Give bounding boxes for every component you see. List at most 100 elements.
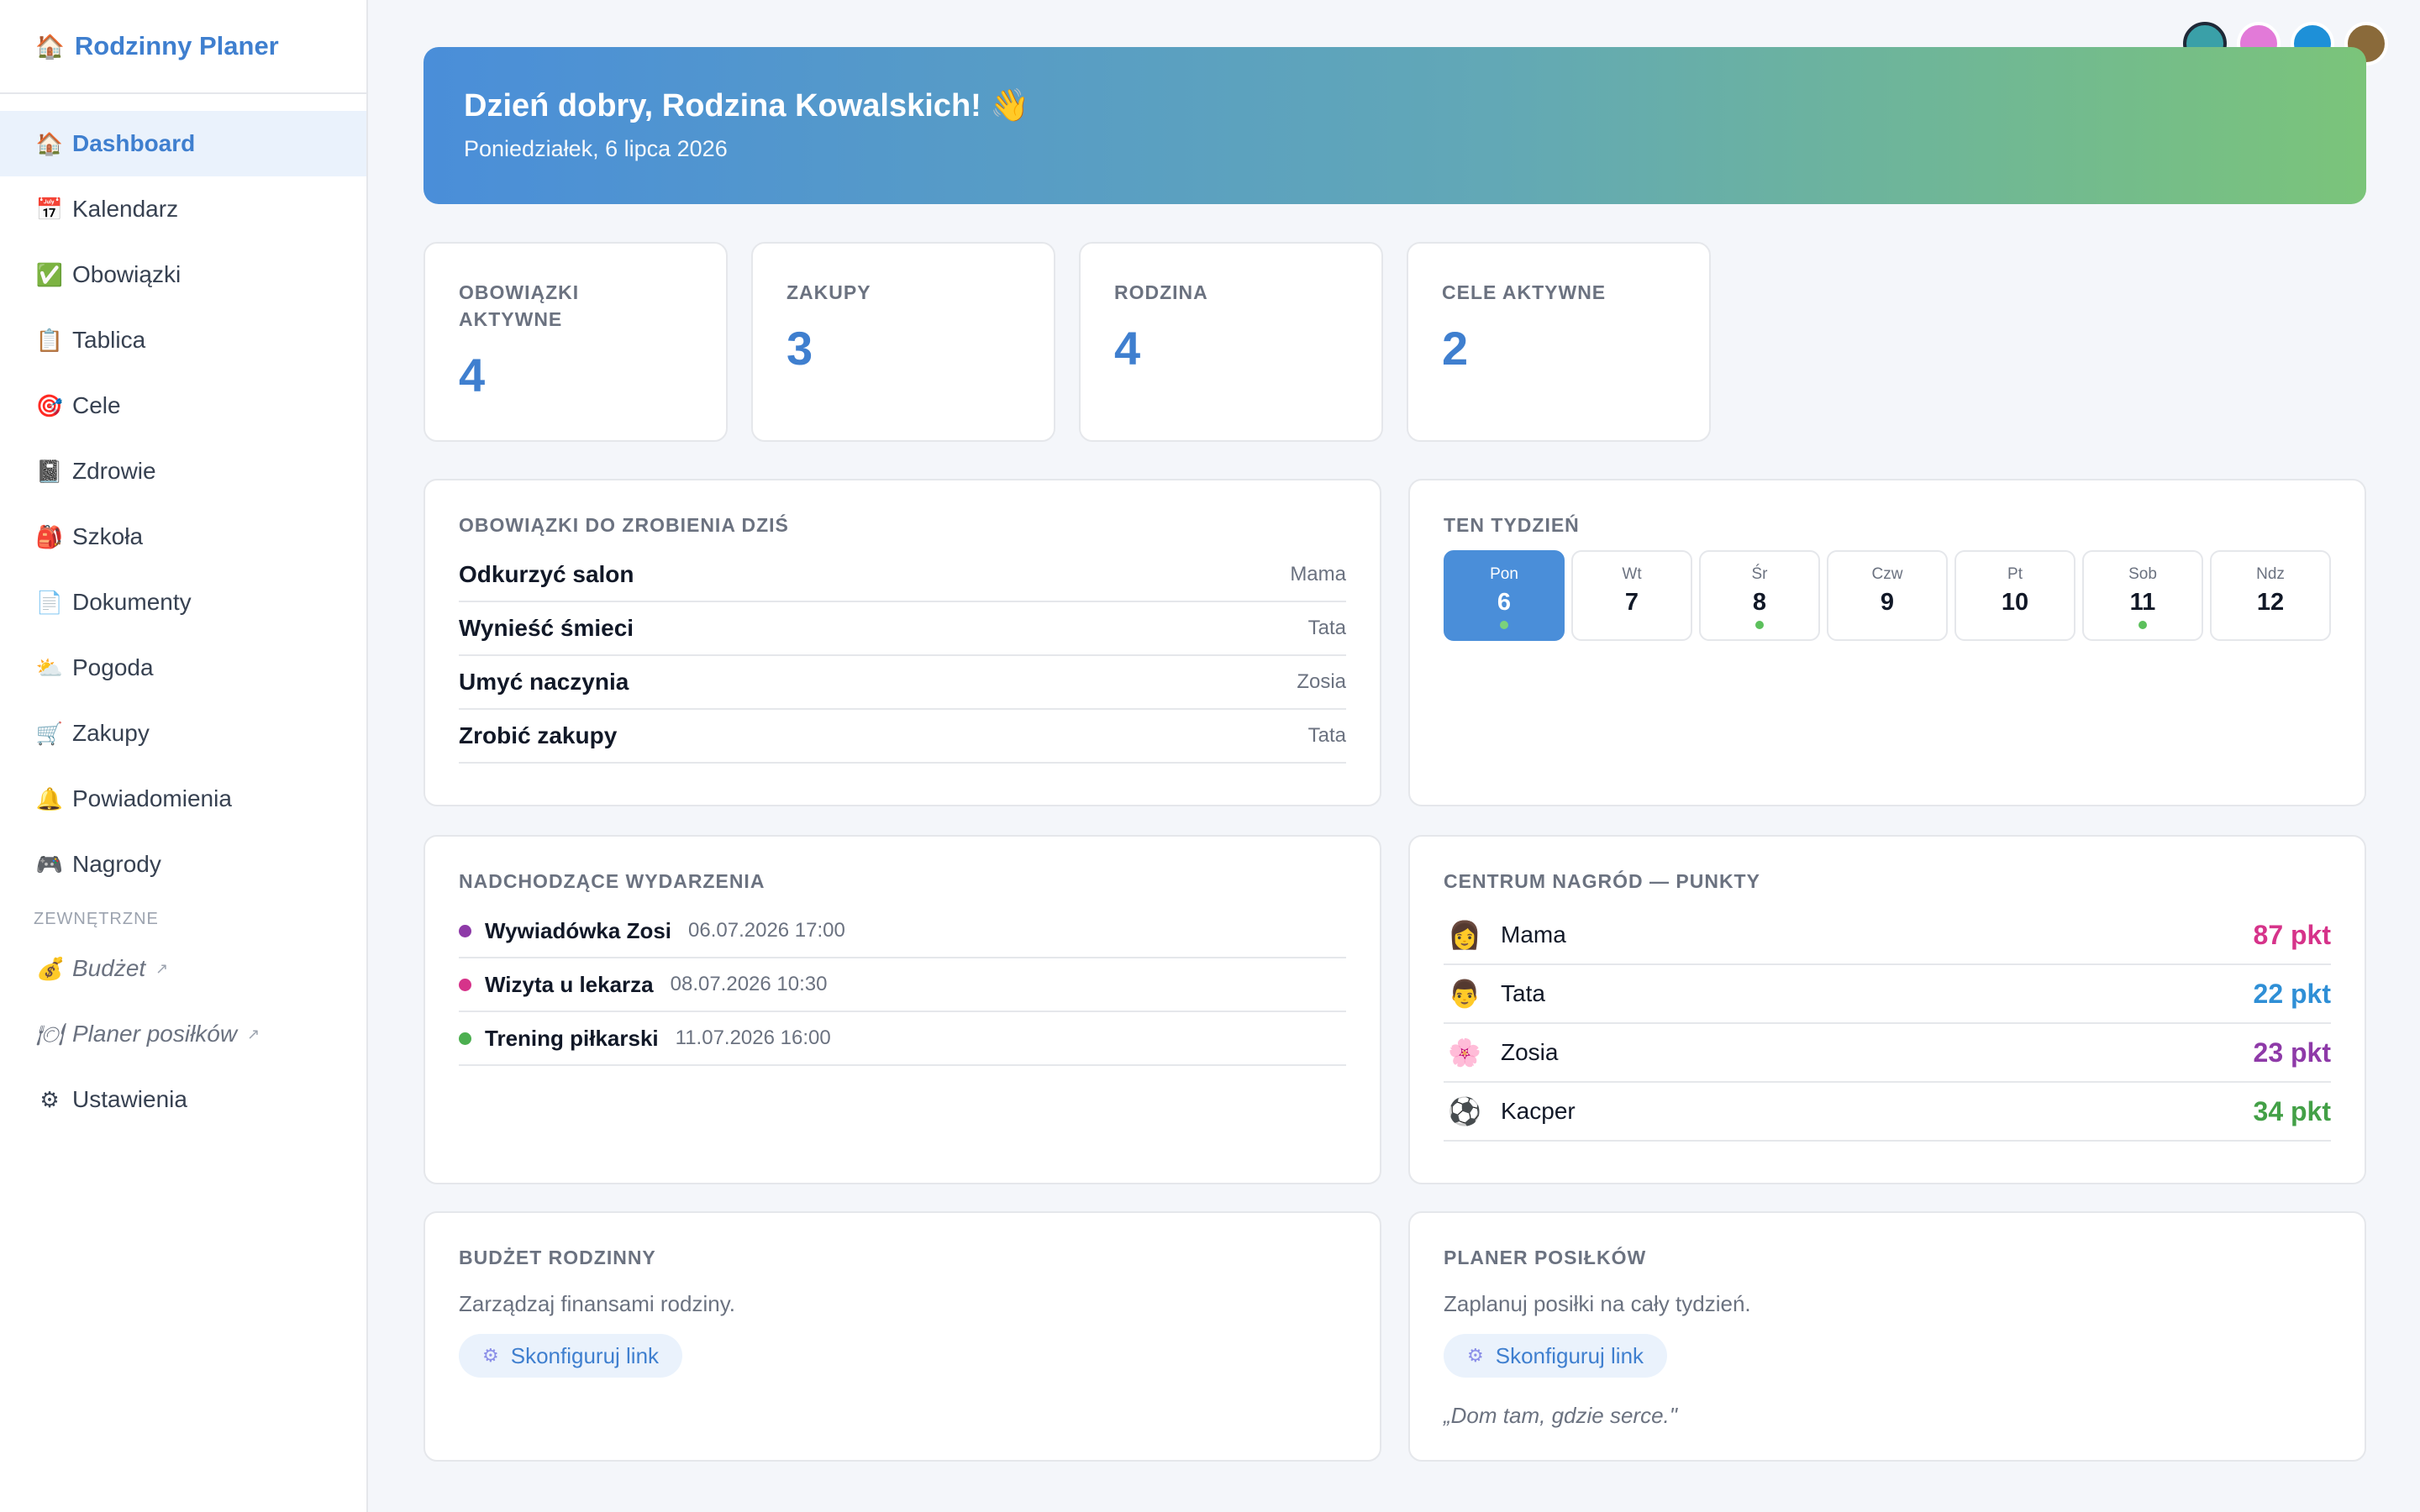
day-cell[interactable]: Sob 11 (2082, 550, 2203, 641)
member-avatar-icon: 🌸 (1448, 1037, 1481, 1068)
sidebar-item-label: Kalendarz (72, 196, 179, 222)
sidebar-item-label: Obowiązki (72, 261, 182, 287)
stat-label: CELE AKTYWNE (1442, 281, 1607, 303)
points-row[interactable]: 👩 Mama 87 pkt (1444, 906, 2331, 965)
stat-value: 3 (786, 322, 813, 375)
event-dot (1500, 621, 1508, 629)
chore-row[interactable]: Odkurzyć salon Mama (459, 549, 1346, 602)
budzet-icon: 💰 (35, 955, 64, 981)
sidebar-item-dashboard[interactable]: 🏠 Dashboard (0, 111, 366, 176)
chore-assignee: Zosia (1297, 670, 1346, 693)
stat-label: ZAKUPY (786, 281, 871, 303)
upcoming-events-card: NADCHODZĄCE WYDARZENIA Wywiadówka Zosi 06… (424, 835, 1381, 1184)
chore-row[interactable]: Zrobić zakupy Tata (459, 710, 1346, 764)
card-title: CENTRUM NAGRÓD — PUNKTY (1444, 870, 1760, 892)
kalendarz-icon: 📅 (35, 196, 64, 222)
event-row[interactable]: Wywiadówka Zosi 06.07.2026 17:00 (459, 905, 1346, 958)
points-row[interactable]: ⚽ Kacper 34 pkt (1444, 1083, 2331, 1142)
family-quote: „Dom tam, gdzie serce." (1444, 1403, 1677, 1428)
day-cell[interactable]: Pon 6 (1444, 550, 1565, 641)
rewards-card: CENTRUM NAGRÓD — PUNKTY 👩 Mama 87 pkt 👨 Tata… (1408, 835, 2366, 1184)
sidebar-item-szkola[interactable]: 🎒 Szkoła (0, 504, 366, 570)
sidebar: 🏠 Rodzinny Planer 🏠 Dashboard 📅 Kalendarz ✅ O… (0, 0, 368, 1512)
sidebar-item-cele[interactable]: 🎯 Cele (0, 373, 366, 438)
stat-card-family[interactable]: RODZINA 4 (1079, 242, 1383, 442)
gear-icon: ⚙ (39, 1086, 60, 1112)
button-label: Skonfiguruj link (1495, 1342, 1644, 1368)
event-bullet (459, 978, 471, 991)
event-name: Wywiadówka Zosi (485, 917, 672, 943)
chore-assignee: Mama (1290, 563, 1346, 585)
day-cell[interactable]: Pt 10 (1954, 550, 2075, 641)
chore-task: Umyć naczynia (459, 669, 629, 695)
member-name: Mama (1501, 921, 1566, 948)
member-points: 87 pkt (2253, 919, 2331, 950)
events-list: Wywiadówka Zosi 06.07.2026 17:00 Wizyta u … (459, 905, 1346, 1066)
card-title: OBOWIĄZKI DO ZROBIENIA DZIŚ (459, 514, 789, 536)
sidebar-item-label: Budżet (72, 955, 146, 981)
sidebar-item-powiadomienia[interactable]: 🔔 Powiadomienia (0, 766, 366, 832)
day-cell[interactable]: Czw 9 (1827, 550, 1948, 641)
sidebar-item-nagrody[interactable]: 🎮 Nagrody (0, 832, 366, 897)
configure-link-button[interactable]: ⚙ Skonfiguruj link (1444, 1334, 1668, 1378)
sidebar-item-label: Pogoda (72, 654, 154, 680)
day-cell[interactable]: Śr 8 (1699, 550, 1820, 641)
sidebar-item-label: Tablica (72, 327, 146, 353)
sidebar-item-zakupy[interactable]: 🛒 Zakupy (0, 701, 366, 766)
sidebar-item-label: Dashboard (72, 130, 196, 156)
stat-card-chores[interactable]: OBOWIĄZKI AKTYWNE 4 (424, 242, 728, 442)
member-name: Zosia (1501, 1039, 1559, 1065)
chore-row[interactable]: Wynieść śmieci Tata (459, 602, 1346, 656)
day-number: 10 (2001, 589, 2029, 616)
sidebar-item-tablica[interactable]: 📋 Tablica (0, 307, 366, 373)
sidebar-item-pogoda[interactable]: ⛅ Pogoda (0, 635, 366, 701)
current-date: Poniedziałek, 6 lipca 2026 (464, 136, 728, 161)
zdrowie-icon: 📓 (35, 458, 64, 484)
stat-card-shopping[interactable]: ZAKUPY 3 (751, 242, 1055, 442)
event-row[interactable]: Wizyta u lekarza 08.07.2026 10:30 (459, 958, 1346, 1012)
sidebar-item-dokumenty[interactable]: 📄 Dokumenty (0, 570, 366, 635)
sidebar-item-label: Powiadomienia (72, 785, 232, 811)
sidebar-item-ustawienia[interactable]: ⚙ Ustawienia (0, 1067, 366, 1132)
event-name: Wizyta u lekarza (485, 971, 654, 997)
points-row[interactable]: 🌸 Zosia 23 pkt (1444, 1024, 2331, 1083)
budget-card: BUDŻET RODZINNY Zarządzaj finansami rodz… (424, 1211, 1381, 1462)
day-cell[interactable]: Wt 7 (1571, 550, 1692, 641)
sidebar-item-label: Zdrowie (72, 458, 156, 484)
house-icon: 🏠 (35, 33, 65, 60)
sidebar-item-label: Cele (72, 392, 121, 418)
chore-row[interactable]: Umyć naczynia Zosia (459, 656, 1346, 710)
sidebar-item-label: Szkoła (72, 523, 144, 549)
chore-task: Zrobić zakupy (459, 722, 618, 748)
card-title: PLANER POSIŁKÓW (1444, 1247, 1647, 1268)
day-number: 11 (2129, 589, 2156, 616)
brand-logo[interactable]: 🏠 Rodzinny Planer (0, 0, 366, 94)
chore-assignee: Tata (1307, 617, 1346, 639)
event-row[interactable]: Trening piłkarski 11.07.2026 16:00 (459, 1012, 1346, 1066)
welcome-title: Dzień dobry, Rodzina Kowalskich! 👋 (464, 88, 1030, 123)
member-name: Kacper (1501, 1098, 1576, 1124)
day-name: Pon (1490, 565, 1518, 583)
day-name: Pt (2007, 565, 2023, 583)
sidebar-item-label: Ustawienia (72, 1086, 187, 1112)
day-name: Sob (2128, 565, 2157, 583)
event-date: 11.07.2026 16:00 (675, 1026, 831, 1049)
day-number: 9 (1880, 589, 1895, 616)
sidebar-item-obowiazki[interactable]: ✅ Obowiązki (0, 242, 366, 307)
external-link-icon: ↗ (247, 1025, 260, 1042)
points-row[interactable]: 👨 Tata 22 pkt (1444, 965, 2331, 1024)
configure-link-button[interactable]: ⚙ Skonfiguruj link (459, 1334, 683, 1378)
day-cell[interactable]: Ndz 12 (2210, 550, 2331, 641)
member-avatar-icon: 👩 (1448, 920, 1481, 950)
sidebar-section-label: ZEWNĘTRZNE (34, 909, 159, 928)
event-bullet (459, 924, 471, 937)
day-name: Śr (1751, 565, 1768, 583)
sidebar-item-kalendarz[interactable]: 📅 Kalendarz (0, 176, 366, 242)
powiadomienia-icon: 🔔 (35, 785, 64, 811)
rewards-list: 👩 Mama 87 pkt 👨 Tata 22 pkt 🌸 Zosia 23 pkt ⚽ Kacpe… (1444, 906, 2331, 1142)
stat-card-goals[interactable]: CELE AKTYWNE 2 (1407, 242, 1711, 442)
sidebar-item-planer-posilkow[interactable]: 🍽 Planer posiłków ↗ (0, 1001, 366, 1067)
sidebar-item-budzet[interactable]: 💰 Budżet ↗ (0, 936, 366, 1001)
dokumenty-icon: 📄 (35, 589, 64, 615)
sidebar-item-zdrowie[interactable]: 📓 Zdrowie (0, 438, 366, 504)
